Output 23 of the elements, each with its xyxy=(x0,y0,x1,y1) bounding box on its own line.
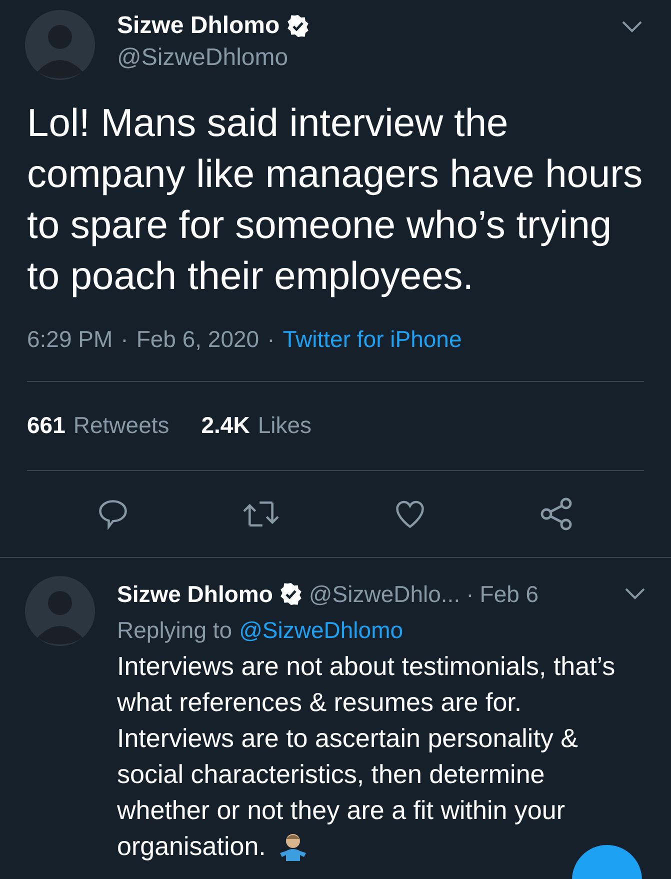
likes-link[interactable]: 2.4K Likes xyxy=(201,408,312,443)
likes-label: Likes xyxy=(258,411,312,440)
tweet-text: Lol! Mans said interview the company like managers have hours to spare for someone who’s trying to poach their employees. xyxy=(26,101,644,300)
separator-dot: · xyxy=(466,580,474,608)
reply-text-end: organisation. xyxy=(117,830,266,862)
chevron-down-icon[interactable] xyxy=(621,20,643,34)
tweet-time: 6:29 PM xyxy=(27,325,113,354)
author-handle[interactable]: @SizweDhlomo xyxy=(117,42,621,74)
mention-link[interactable]: @SizweDhlomo xyxy=(239,612,404,648)
source-link[interactable]: Twitter for iPhone xyxy=(282,322,462,356)
author-name[interactable]: Sizwe Dhlomo xyxy=(117,10,280,42)
replying-to-label: Replying to xyxy=(117,616,232,645)
reply-date: Feb 6 xyxy=(480,580,539,608)
chevron-down-icon[interactable] xyxy=(624,586,646,600)
retweets-count: 661 xyxy=(27,411,66,440)
tweet-date: Feb 6, 2020 xyxy=(136,325,260,354)
retweets-label: Retweets xyxy=(73,411,170,440)
separator-dot: · xyxy=(267,325,275,354)
separator-dot: · xyxy=(120,325,128,354)
likes-count: 2.4K xyxy=(201,411,250,440)
retweets-link[interactable]: 661 Retweets xyxy=(27,408,170,443)
author-handle[interactable]: @SizweDhlo... xyxy=(308,576,460,612)
author-name[interactable]: Sizwe Dhlomo xyxy=(117,576,273,612)
